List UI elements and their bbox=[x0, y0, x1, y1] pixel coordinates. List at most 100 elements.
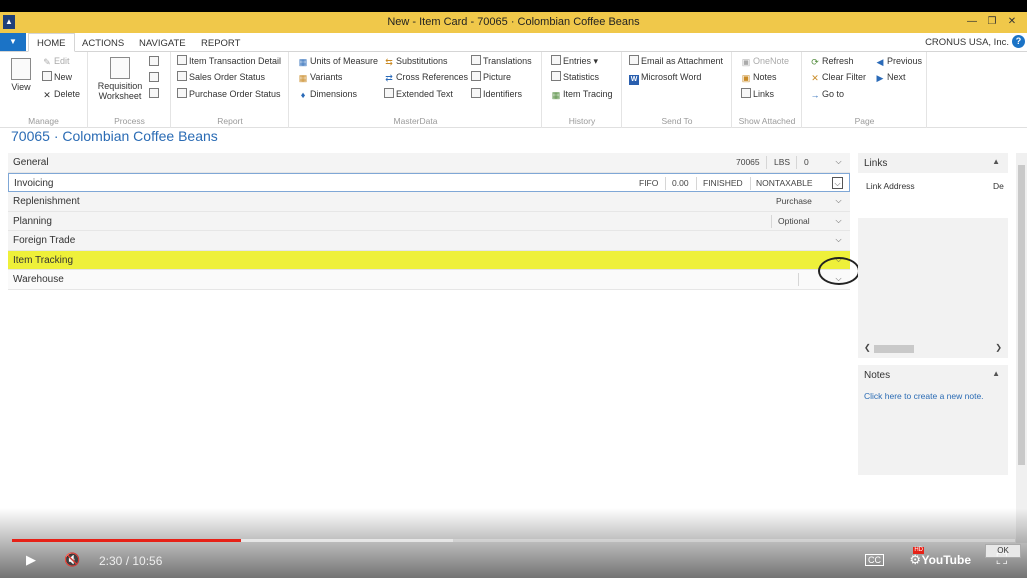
captions-icon[interactable]: CC bbox=[865, 554, 884, 566]
process-action-1-button[interactable] bbox=[149, 56, 161, 68]
mute-icon[interactable]: 🔇 bbox=[64, 550, 80, 570]
fasttab-general[interactable]: General 70065 LBS 0 ⌵ bbox=[8, 153, 850, 173]
scrollbar-thumb[interactable] bbox=[874, 345, 914, 353]
divider bbox=[750, 176, 751, 190]
tab-actions[interactable]: ACTIONS bbox=[74, 36, 132, 51]
close-icon[interactable]: ✕ bbox=[1003, 15, 1021, 29]
email-as-attachment-button[interactable]: Email as Attachment bbox=[629, 55, 723, 67]
vertical-scrollbar[interactable] bbox=[1016, 153, 1027, 543]
translations-button[interactable]: Translations bbox=[471, 55, 532, 67]
fasttab-planning[interactable]: Planning Optional ⌵ bbox=[8, 211, 850, 231]
edit-button[interactable]: ✎ Edit bbox=[42, 55, 70, 67]
chevron-down-icon[interactable]: ⌵ bbox=[833, 156, 844, 168]
chevron-down-icon[interactable]: ⌵ bbox=[833, 234, 844, 246]
onenote-button[interactable]: ▣ OneNote bbox=[741, 55, 789, 67]
notes-button[interactable]: ▣ Notes bbox=[741, 71, 777, 83]
variants-icon: ▦ bbox=[298, 73, 308, 83]
fasttab-item-tracking[interactable]: Item Tracking ⌵ bbox=[8, 250, 850, 270]
ribbon-group-send-to: Email as Attachment W Microsoft Word Send… bbox=[623, 52, 732, 128]
scrollbar-thumb[interactable] bbox=[1018, 165, 1025, 465]
collapse-caret-icon[interactable]: ▲ bbox=[992, 157, 1000, 166]
statistics-button[interactable]: Statistics bbox=[551, 71, 599, 83]
fasttab-value: 70065 bbox=[736, 157, 760, 167]
sales-order-status-button[interactable]: Sales Order Status bbox=[177, 71, 265, 83]
dimensions-icon: ♦ bbox=[300, 90, 306, 100]
delete-x-icon: ✕ bbox=[43, 90, 51, 100]
fasttab-replenishment[interactable]: Replenishment Purchase ⌵ bbox=[8, 192, 850, 212]
group-label-history: History bbox=[568, 116, 596, 126]
fasttab-invoicing[interactable]: Invoicing FIFO 0.00 FINISHED NONTAXABLE … bbox=[8, 172, 850, 192]
extended-text-icon bbox=[384, 88, 394, 98]
chevron-down-icon[interactable]: ⌵ bbox=[833, 215, 844, 227]
fasttab-label: Invoicing bbox=[14, 177, 54, 189]
application-menu-button[interactable]: ▼ bbox=[0, 33, 26, 51]
play-icon[interactable]: ▶ bbox=[26, 550, 36, 570]
fasttab-label: Planning bbox=[13, 215, 52, 227]
process-action-2-button[interactable] bbox=[149, 72, 161, 84]
create-note-link[interactable]: Click here to create a new note. bbox=[864, 391, 984, 401]
item-transaction-detail-button[interactable]: Item Transaction Detail bbox=[177, 55, 281, 67]
ribbon: View ✎ Edit New ✕ Delete Manage Requisitio… bbox=[0, 52, 1027, 128]
tab-report[interactable]: REPORT bbox=[193, 36, 248, 51]
variants-button[interactable]: ▦ Variants bbox=[298, 71, 343, 83]
divider bbox=[798, 273, 799, 286]
refresh-icon: ⟳ bbox=[811, 57, 819, 67]
requisition-worksheet-button[interactable]: Requisition Worksheet bbox=[95, 57, 145, 101]
fasttab-value: 0 bbox=[804, 157, 809, 167]
youtube-logo[interactable]: YouTube bbox=[921, 550, 971, 570]
sales-order-status-label: Sales Order Status bbox=[189, 72, 266, 82]
scroll-right-icon[interactable]: ❯ bbox=[995, 343, 1002, 352]
edit-label: Edit bbox=[54, 56, 70, 66]
next-triangle-icon: ▶ bbox=[876, 73, 884, 83]
substitutions-button[interactable]: ⇆ Substitutions bbox=[384, 55, 447, 67]
cross-references-button[interactable]: ⇄ Cross References bbox=[384, 71, 468, 83]
microsoft-word-button[interactable]: W Microsoft Word bbox=[629, 71, 701, 85]
go-to-button[interactable]: → Go to bbox=[810, 88, 845, 100]
requisition-label: Requisition bbox=[97, 81, 143, 91]
onenote-icon: ▣ bbox=[741, 57, 751, 67]
entries-icon bbox=[551, 55, 561, 65]
fasttab-list: General 70065 LBS 0 ⌵ Invoicing FIFO 0.0… bbox=[8, 153, 850, 290]
refresh-button[interactable]: ⟳ Refresh bbox=[810, 55, 854, 67]
help-icon[interactable]: ? bbox=[1012, 35, 1025, 48]
fasttab-value: 0.00 bbox=[672, 177, 689, 188]
purchase-order-status-button[interactable]: Purchase Order Status bbox=[177, 88, 281, 100]
collapse-caret-icon[interactable]: ▲ bbox=[992, 369, 1000, 378]
next-label: Next bbox=[887, 72, 906, 82]
identifiers-button[interactable]: Identifiers bbox=[471, 88, 522, 100]
fullscreen-icon[interactable]: ⛶ bbox=[996, 550, 1007, 570]
video-played-bar bbox=[12, 539, 242, 542]
tab-home[interactable]: HOME bbox=[28, 33, 75, 52]
fasttab-foreign-trade[interactable]: Foreign Trade ⌵ bbox=[8, 231, 850, 251]
process-action-3-button[interactable] bbox=[149, 88, 161, 100]
dimensions-label: Dimensions bbox=[310, 89, 358, 99]
new-button[interactable]: New bbox=[42, 71, 72, 83]
entries-button[interactable]: Entries ▾ bbox=[551, 55, 598, 67]
chevron-down-icon[interactable]: ⌵ bbox=[832, 176, 843, 189]
fasttab-label: Item Tracking bbox=[13, 254, 74, 266]
purchase-order-status-label: Purchase Order Status bbox=[189, 89, 281, 99]
previous-button[interactable]: ◀ Previous bbox=[875, 55, 922, 67]
window-title-bar: ▲ New - Item Card - 70065 · Colombian Co… bbox=[0, 12, 1027, 33]
tab-navigate[interactable]: NAVIGATE bbox=[131, 36, 194, 51]
delete-button[interactable]: ✕ Delete bbox=[42, 88, 80, 100]
refresh-label: Refresh bbox=[822, 56, 854, 66]
dimensions-button[interactable]: ♦ Dimensions bbox=[298, 88, 357, 100]
next-button[interactable]: ▶ Next bbox=[875, 71, 906, 83]
chevron-down-icon[interactable]: ⌵ bbox=[833, 195, 844, 207]
video-progress-bar[interactable] bbox=[12, 539, 1015, 542]
scroll-left-icon[interactable]: ❮ bbox=[864, 343, 871, 352]
clear-filter-button[interactable]: ✕ Clear Filter bbox=[810, 71, 866, 83]
units-of-measure-button[interactable]: ▦ Units of Measure bbox=[298, 55, 378, 67]
report-icon bbox=[177, 88, 187, 98]
extended-text-button[interactable]: Extended Text bbox=[384, 88, 453, 100]
links-button[interactable]: Links bbox=[741, 88, 774, 100]
picture-button[interactable]: Picture bbox=[471, 71, 511, 83]
horizontal-scrollbar[interactable]: ❮ ❯ bbox=[858, 343, 1008, 355]
item-tracing-button[interactable]: ▦ Item Tracing bbox=[551, 88, 613, 100]
restore-icon[interactable]: ❐ bbox=[983, 15, 1001, 29]
minimize-icon[interactable]: — bbox=[963, 15, 981, 29]
links-label: Links bbox=[753, 89, 775, 99]
fasttab-warehouse[interactable]: Warehouse ⌵ bbox=[8, 270, 850, 290]
view-button[interactable]: View bbox=[8, 58, 34, 92]
